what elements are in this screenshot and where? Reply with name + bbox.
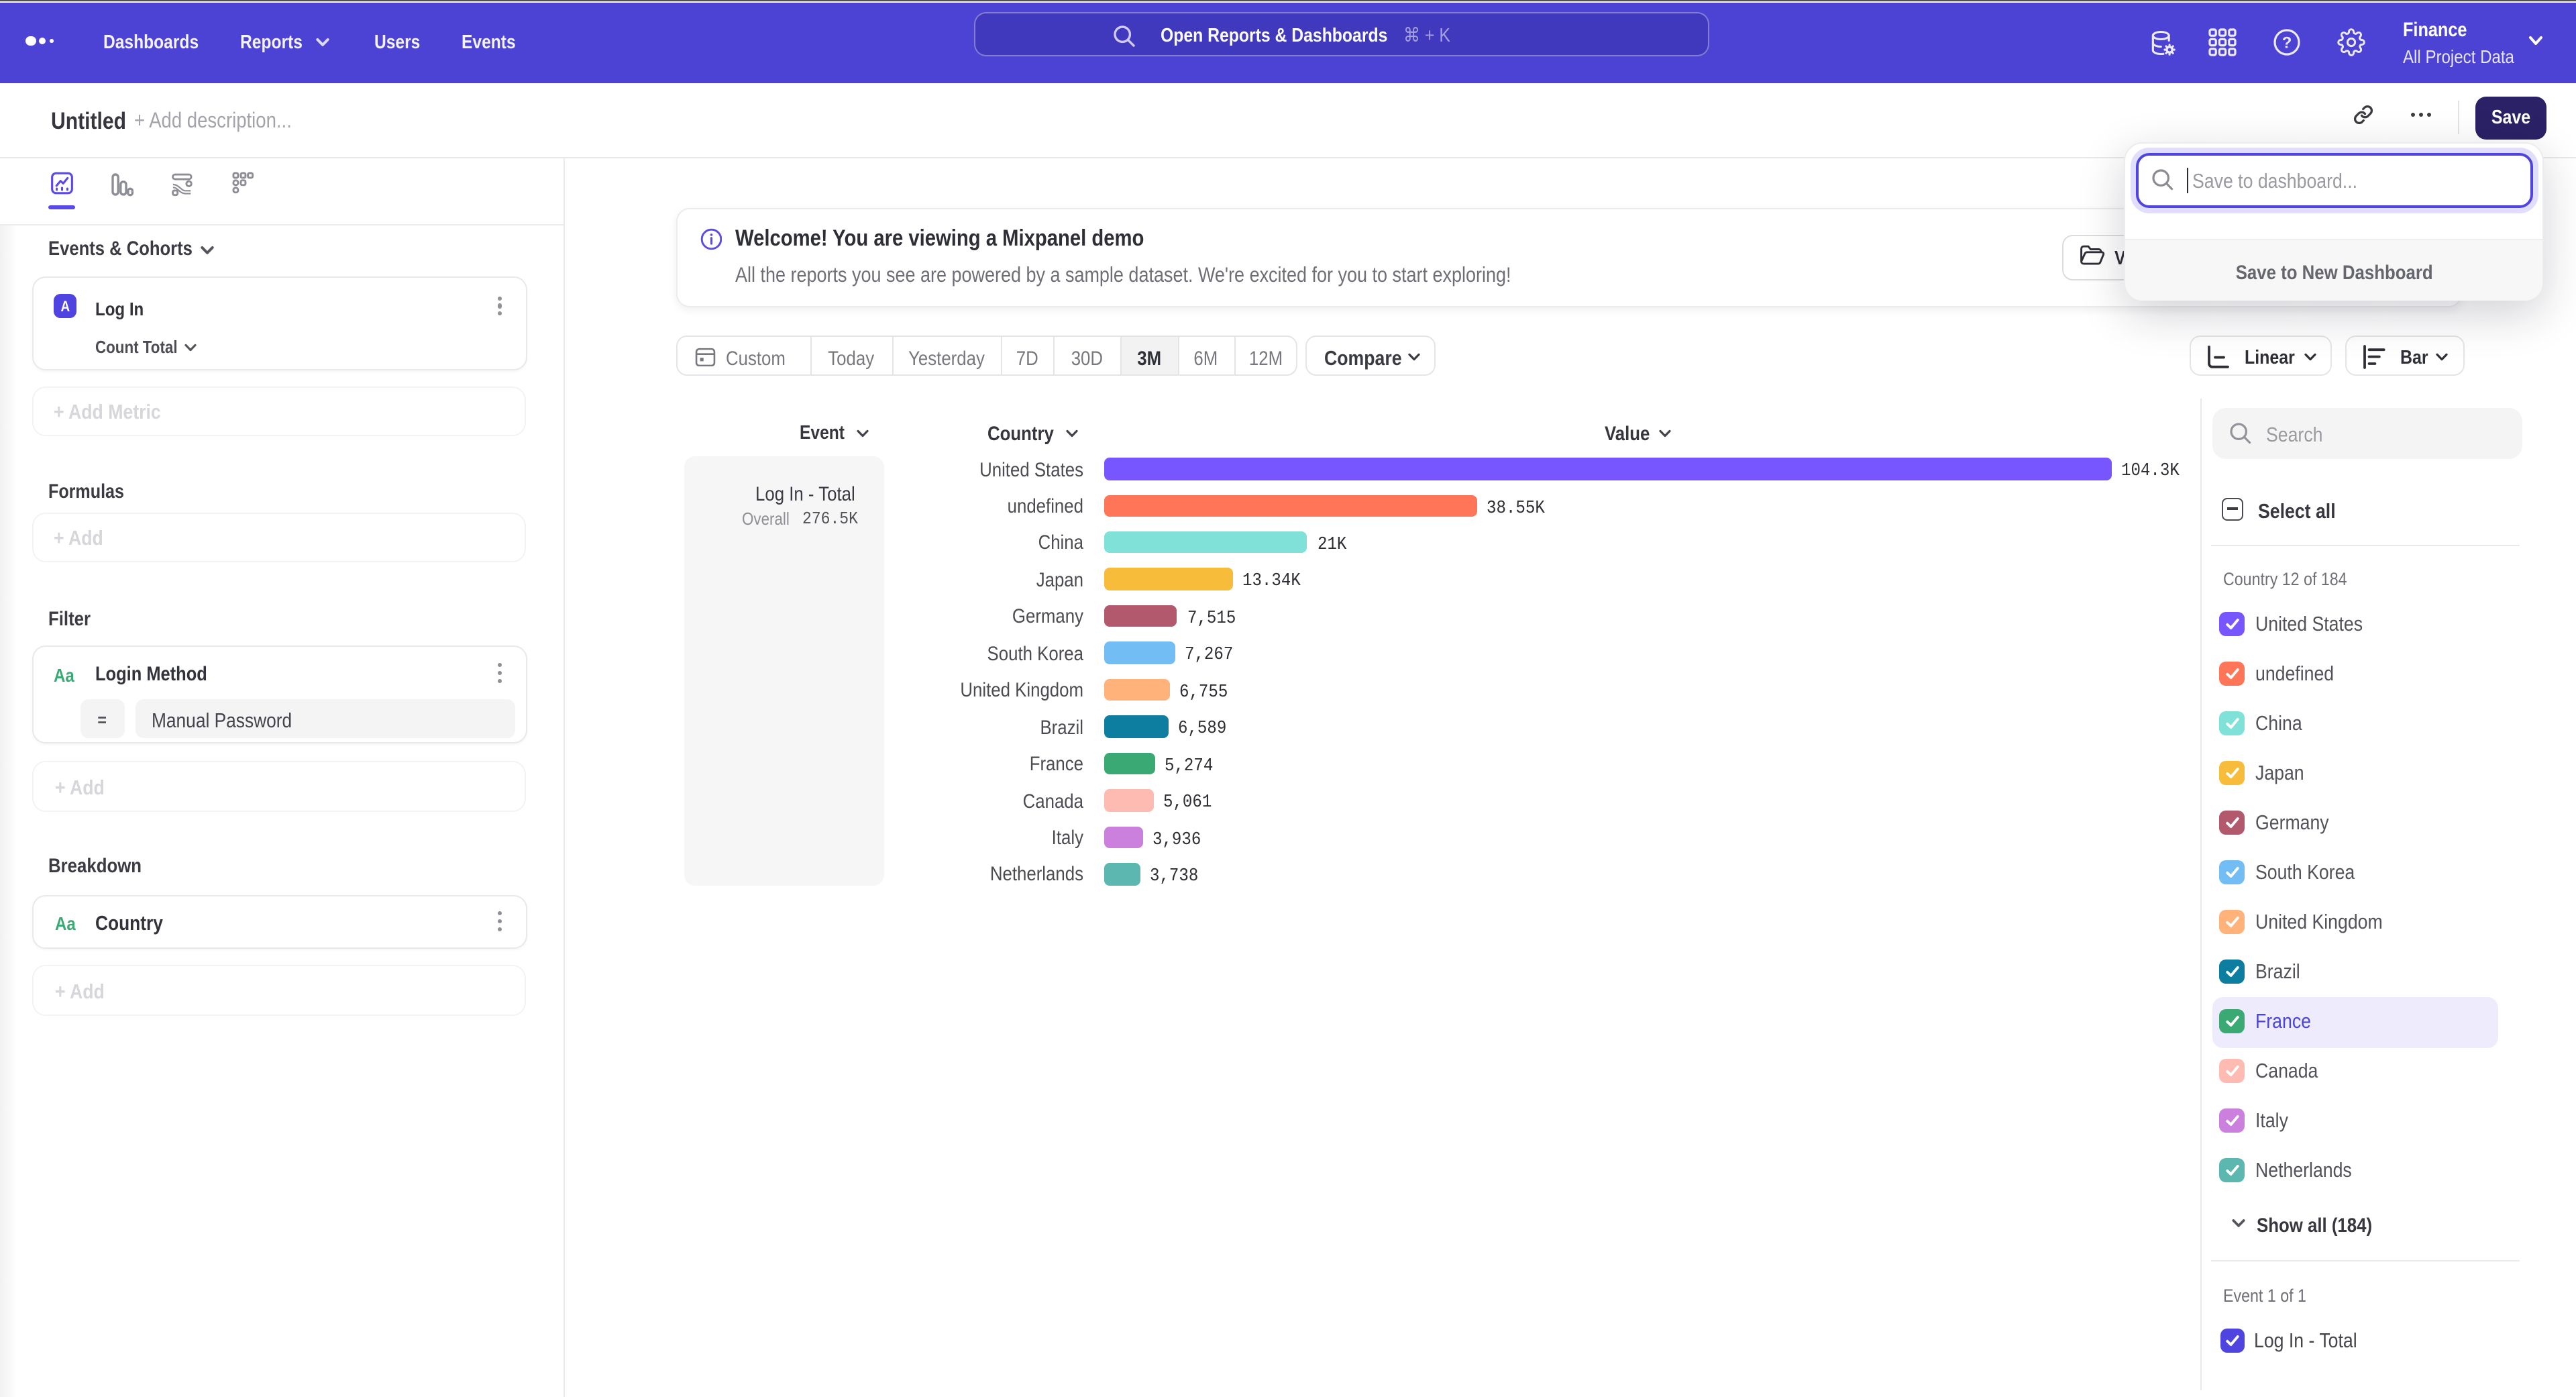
- svg-text:?: ?: [2282, 34, 2292, 52]
